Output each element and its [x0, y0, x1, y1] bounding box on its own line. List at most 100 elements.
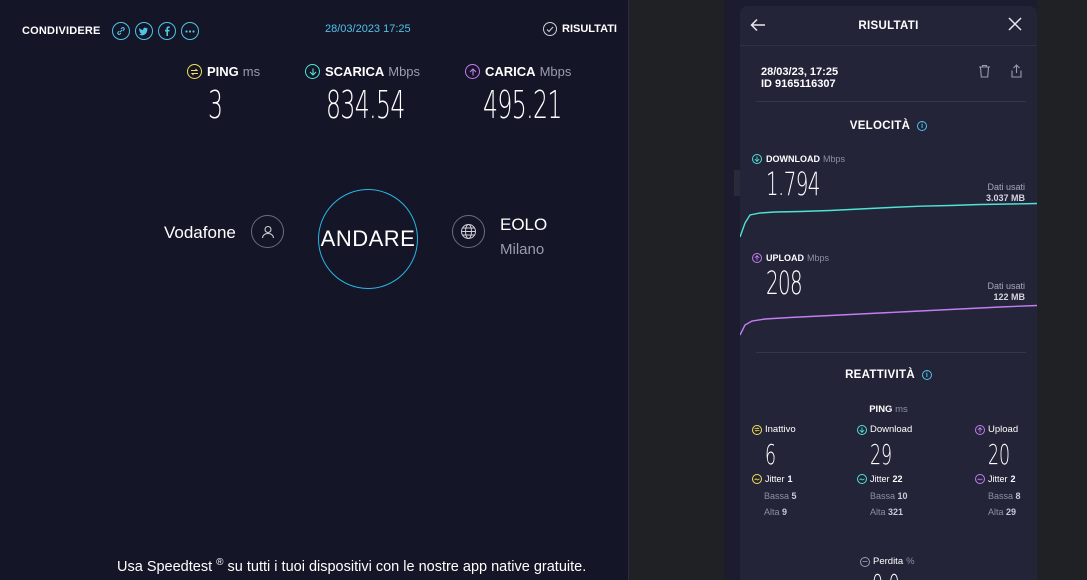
ping-label: PING — [869, 404, 893, 415]
jitter-label: Jitter — [870, 474, 890, 484]
download-high: Alta 321 — [870, 507, 903, 517]
ping-label: PING — [207, 64, 239, 79]
download-ping-name: Download — [870, 424, 913, 435]
footer-text-1: Usa Speedtest — [117, 558, 217, 575]
upload-high: Alta 29 — [988, 507, 1016, 517]
upload-metric: CARICA Mbps 495.21 — [465, 64, 610, 127]
download-low: Bassa 10 — [870, 491, 908, 501]
results-panel: RISULTATI 28/03/23, 17:25 ID 9165116307 … — [740, 6, 1037, 580]
upload-low-value: 8 — [1015, 491, 1021, 501]
speedtest-web-panel: CONDIVIDERE 28/03/2023 17:25 RISULTATI P… — [0, 0, 629, 580]
go-button[interactable]: ANDARE — [318, 189, 418, 289]
download-name: DOWNLOAD — [766, 154, 820, 164]
registered-mark: ® — [216, 557, 224, 568]
download-ping-label: Download — [857, 424, 912, 435]
upload-jitter: Jitter 2 — [975, 474, 1016, 484]
ping-header: PING ms — [740, 404, 1037, 415]
upload-ping-label: Upload — [975, 424, 1018, 435]
upload-value: 495.21 — [483, 83, 562, 127]
check-icon — [543, 22, 557, 36]
download-metric: SCARICA Mbps 834.54 — [305, 64, 453, 127]
jitter-label: Jitter — [765, 474, 785, 484]
idle-high: Alta 9 — [764, 507, 787, 517]
jitter-icon — [975, 474, 985, 484]
share-label: CONDIVIDERE — [22, 25, 101, 37]
share-icon[interactable] — [1010, 64, 1023, 83]
trash-icon[interactable] — [978, 64, 991, 83]
link-icon[interactable] — [111, 22, 130, 40]
speed-section-title: VELOCITÀ i — [740, 120, 1037, 132]
upload-graph — [740, 304, 1037, 336]
idle-ping-label: Inattivo — [752, 424, 796, 435]
packet-loss-icon — [860, 556, 870, 567]
results-title: RISULTATI — [858, 20, 919, 32]
test-datetime: 28/03/2023 17:25 — [325, 23, 411, 35]
speed-section-label: VELOCITÀ — [849, 120, 911, 132]
twitter-icon[interactable] — [134, 22, 153, 40]
close-icon[interactable] — [1008, 15, 1022, 37]
packet-loss-value: 0.0 — [872, 568, 900, 580]
info-icon[interactable]: i — [921, 370, 932, 380]
result-date: 28/03/23, 17:25 — [761, 66, 839, 78]
upload-low: Bassa 8 — [988, 491, 1021, 501]
ping-unit: ms — [895, 404, 908, 415]
globe-icon[interactable] — [452, 215, 485, 248]
reactivity-section-title: REATTIVITÀ i — [740, 369, 1037, 381]
download-label: SCARICA — [325, 64, 385, 79]
upload-ping-value: 20 — [988, 438, 1011, 471]
download-arrow-icon — [305, 64, 320, 79]
download-unit: Mbps — [388, 64, 421, 79]
upload-used-label: Dati usati — [987, 281, 1025, 291]
separator — [756, 101, 1026, 102]
panel-upload-label: UPLOAD Mbps — [752, 253, 829, 263]
results-label: RISULTATI — [562, 23, 617, 35]
download-value: 834.54 — [326, 83, 405, 127]
download-low-value: 10 — [897, 491, 908, 501]
high-label: Alta — [870, 507, 886, 517]
idle-label: Inattivo — [765, 424, 796, 435]
high-label: Alta — [764, 507, 780, 517]
download-arrow-icon — [752, 154, 762, 164]
upload-unit: Mbps — [539, 64, 572, 79]
ping-metric: PING ms 3 — [187, 64, 260, 127]
download-used-label: Dati usati — [987, 182, 1025, 192]
jitter-icon — [857, 474, 867, 484]
info-icon[interactable]: i — [917, 121, 928, 131]
panel-download-value: 1.794 — [766, 165, 820, 203]
footer-promo: Usa Speedtest ® su tutti i tuoi disposit… — [117, 557, 586, 575]
low-label: Bassa — [870, 491, 896, 501]
download-graph — [740, 202, 1037, 238]
results-header: RISULTATI — [740, 6, 1037, 46]
result-id: ID 9165116307 — [761, 78, 836, 90]
ping-unit: ms — [242, 64, 261, 79]
more-icon[interactable] — [180, 22, 199, 40]
download-jitter: Jitter 22 — [857, 474, 903, 484]
facebook-icon[interactable] — [157, 22, 176, 40]
separator — [756, 352, 1026, 353]
idle-low-value: 5 — [791, 491, 797, 501]
provider-name: Vodafone — [164, 223, 236, 242]
idle-ping-value: 6 — [765, 438, 777, 471]
idle-low: Bassa 5 — [764, 491, 797, 501]
packet-loss-label: Perdita % — [860, 556, 915, 567]
low-label: Bassa — [764, 491, 790, 501]
upload-arrow-icon — [465, 64, 480, 79]
loss-unit: % — [906, 556, 915, 567]
download-unit: Mbps — [823, 154, 846, 164]
panel-download-label: DOWNLOAD Mbps — [752, 154, 845, 164]
download-arrow-icon — [857, 424, 867, 435]
idle-jitter-value: 1 — [787, 474, 793, 484]
upload-ping-name: Upload — [988, 424, 1019, 435]
user-icon[interactable] — [251, 215, 284, 248]
upload-arrow-icon — [752, 253, 762, 263]
jitter-label: Jitter — [988, 474, 1008, 484]
ping-value: 3 — [208, 83, 223, 127]
idle-jitter: Jitter 1 — [752, 474, 793, 484]
right-edge-background — [1037, 0, 1087, 580]
panel-upload-value: 208 — [766, 264, 803, 302]
upload-unit: Mbps — [807, 253, 830, 263]
server-name[interactable]: EOLO — [500, 215, 547, 235]
reactivity-section-label: REATTIVITÀ — [845, 369, 915, 381]
upload-arrow-icon — [975, 424, 985, 435]
results-button[interactable]: RISULTATI — [543, 22, 617, 36]
